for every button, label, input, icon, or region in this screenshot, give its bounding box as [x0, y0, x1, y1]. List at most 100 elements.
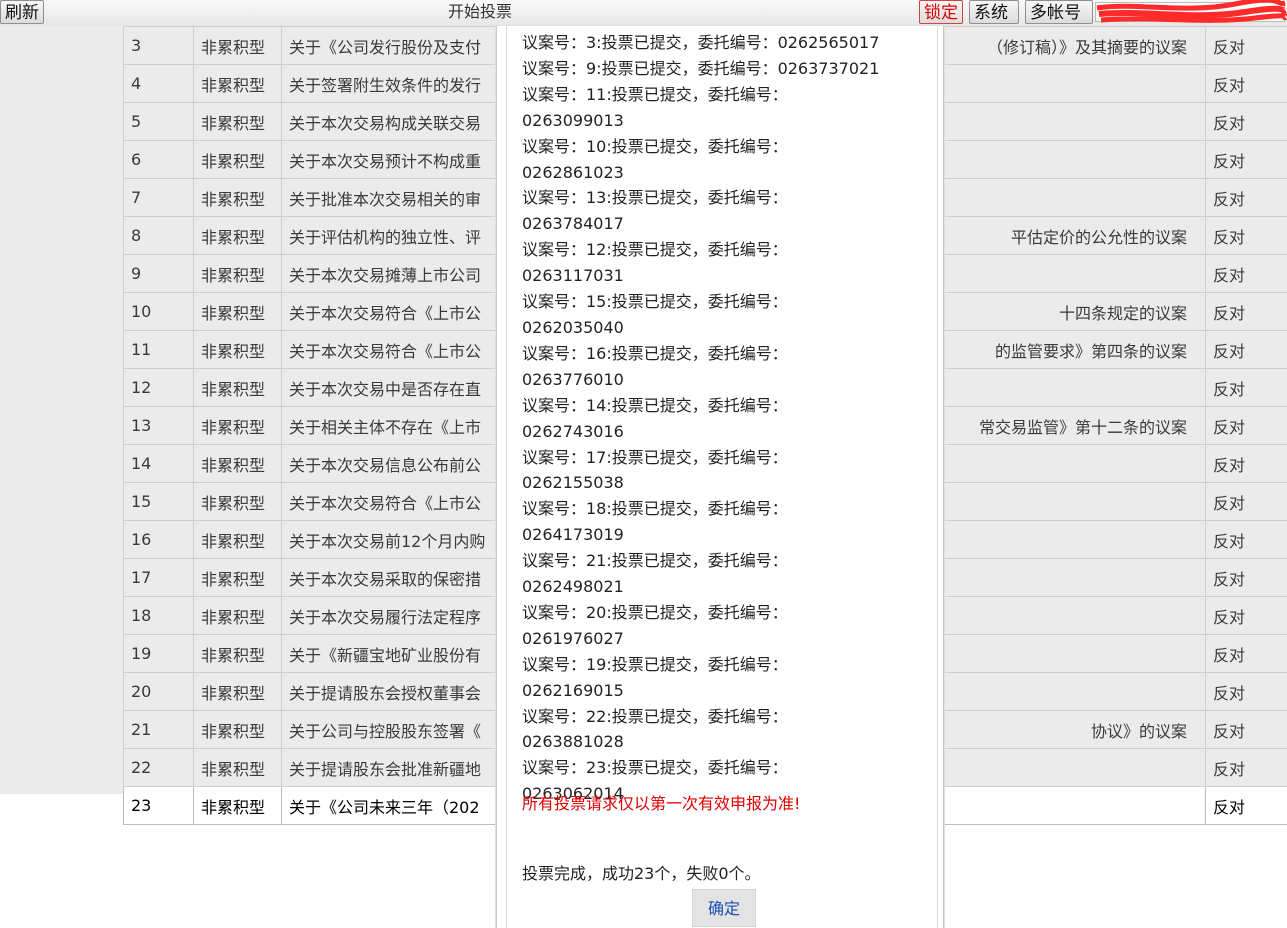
motion-number-cell: 23 [123, 786, 194, 825]
motion-number-cell: 14 [123, 444, 194, 483]
vote-option-cell: 反对 [1205, 292, 1287, 331]
motion-number-cell: 4 [123, 64, 194, 103]
vote-message-line: 0262155038 [522, 473, 624, 493]
vote-message-line: 0264173019 [522, 525, 624, 545]
vote-message-line: 议案号：3:投票已提交，委托编号：0262565017 [522, 33, 880, 52]
motion-title-left: 关于评估机构的独立性、评 [289, 227, 482, 247]
vote-message-line: 0263117031 [522, 266, 624, 286]
motion-title-left: 关于提请股东会批准新疆地 [289, 759, 482, 779]
vote-option-cell: 反对 [1205, 216, 1287, 255]
system-button[interactable]: 系统 [969, 0, 1019, 24]
vote-option-cell: 反对 [1205, 406, 1287, 445]
dialog-body: 议案号：3:投票已提交，委托编号：0262565017 议案号：9:投票已提交，委… [506, 26, 938, 928]
motion-number-cell: 18 [123, 596, 194, 635]
toolbar-title: 开始投票 [447, 2, 512, 21]
motion-number-cell: 17 [123, 558, 194, 597]
warning-text: 所有投票请求仅以第一次有效申报为准! [522, 794, 801, 813]
vote-message-line: 议案号：20:投票已提交，委托编号： [522, 602, 788, 622]
vote-message-line: 议案号：10:投票已提交，委托编号： [522, 136, 788, 156]
motion-number-cell: 15 [123, 482, 194, 521]
vote-message-line: 议案号：21:投票已提交，委托编号： [522, 551, 788, 571]
motion-number-cell: 19 [123, 634, 194, 673]
motion-type-cell: 非累积型 [193, 748, 282, 787]
motion-number-cell: 13 [123, 406, 194, 445]
motion-title-left: 关于本次交易中是否存在直 [289, 379, 482, 399]
vote-message-line: 议案号：18:投票已提交，委托编号： [522, 499, 788, 519]
top-toolbar: 开始投票 刷新 锁定 系统 多帐号 [0, 0, 1287, 27]
motion-title-left: 关于提请股东会授权董事会 [289, 683, 482, 703]
motion-title-left: 关于本次交易符合《上市公 [289, 341, 482, 361]
motion-type-cell: 非累积型 [193, 558, 282, 597]
motion-title-left: 关于批准本次交易相关的审 [289, 189, 482, 209]
motion-title-left: 关于本次交易履行法定程序 [289, 607, 482, 627]
motion-title-right: 的监管要求》第四条的议案 [994, 341, 1187, 361]
motion-title-left: 关于本次交易采取的保密措 [289, 569, 482, 589]
motion-title-left: 关于《新疆宝地矿业股份有 [289, 645, 482, 665]
motion-title-left: 关于本次交易前12个月内购 [289, 531, 486, 551]
motion-number-cell: 9 [123, 254, 194, 293]
vote-message-line: 议案号：15:投票已提交，委托编号： [522, 292, 788, 312]
motion-type-cell: 非累积型 [193, 634, 282, 673]
motion-number-cell: 22 [123, 748, 194, 787]
vote-message-line: 0262035040 [522, 317, 624, 337]
motion-type-cell: 非累积型 [193, 292, 282, 331]
motion-title-left: 关于公司与控股股东签署《 [289, 721, 482, 741]
motion-number-cell: 8 [123, 216, 194, 255]
vote-option-cell: 反对 [1205, 444, 1287, 483]
motion-title-left: 关于本次交易构成关联交易 [289, 113, 482, 133]
motion-type-cell: 非累积型 [193, 368, 282, 407]
motion-title-left: 关于相关主体不存在《上市 [289, 417, 482, 437]
motion-title-left: 关于《公司未来三年（202 [289, 797, 480, 817]
vote-option-cell: 反对 [1205, 26, 1287, 65]
vote-message-line: 议案号：22:投票已提交，委托编号： [522, 706, 788, 726]
motion-type-cell: 非累积型 [193, 64, 282, 103]
motion-title-left: 关于本次交易摊薄上市公司 [289, 265, 482, 285]
vote-option-cell: 反对 [1205, 634, 1287, 673]
motion-title-left: 关于本次交易信息公布前公 [289, 455, 482, 475]
vote-option-cell: 反对 [1205, 178, 1287, 217]
motion-type-cell: 非累积型 [193, 520, 282, 559]
vote-result-dialog: 议案号：3:投票已提交，委托编号：0262565017 议案号：9:投票已提交，委… [496, 26, 944, 928]
vote-message-line: 议案号：16:投票已提交，委托编号： [522, 343, 788, 363]
lock-button[interactable]: 锁定 [919, 0, 963, 24]
motion-number-cell: 7 [123, 178, 194, 217]
motion-type-cell: 非累积型 [193, 102, 282, 141]
motion-type-cell: 非累积型 [193, 330, 282, 369]
vote-option-cell: 反对 [1205, 596, 1287, 635]
motion-title-left: 关于签署附生效条件的发行 [289, 75, 482, 95]
vote-option-cell: 反对 [1205, 482, 1287, 521]
motion-number-cell: 11 [123, 330, 194, 369]
vote-option-cell: 反对 [1205, 748, 1287, 787]
vote-option-cell: 反对 [1205, 140, 1287, 179]
motion-title-left: 关于《公司发行股份及支付 [289, 37, 482, 57]
motion-type-cell: 非累积型 [193, 26, 282, 65]
motion-title-left: 关于本次交易符合《上市公 [289, 303, 482, 323]
vote-message-line: 0262861023 [522, 162, 624, 182]
vote-message-line: 议案号：12:投票已提交，委托编号： [522, 240, 788, 260]
vote-message-line: 0262498021 [522, 577, 624, 597]
result-summary: 投票完成，成功23个，失败0个。 [522, 864, 761, 883]
redaction-scribble [1096, 0, 1287, 23]
vote-message-line: 议案号：17:投票已提交，委托编号： [522, 447, 788, 467]
vote-message-line: 议案号：11:投票已提交，委托编号： [522, 84, 788, 104]
motion-type-cell: 非累积型 [193, 710, 282, 749]
motion-type-cell: 非累积型 [193, 140, 282, 179]
confirm-button[interactable]: 确定 [692, 889, 756, 927]
motion-type-cell: 非累积型 [193, 444, 282, 483]
refresh-button[interactable]: 刷新 [0, 0, 44, 24]
vote-message-line: 0263881028 [522, 732, 624, 752]
multi-account-button[interactable]: 多帐号 [1025, 0, 1093, 24]
vote-message-list: 议案号：3:投票已提交，委托编号：0262565017 议案号：9:投票已提交，委… [522, 30, 942, 807]
vote-message-line: 议案号：14:投票已提交，委托编号： [522, 395, 788, 415]
motion-title-right: 协议》的议案 [1090, 721, 1187, 741]
vote-message-line: 0263784017 [522, 214, 624, 234]
motion-number-cell: 6 [123, 140, 194, 179]
motion-number-cell: 5 [123, 102, 194, 141]
motion-type-cell: 非累积型 [193, 178, 282, 217]
motion-title-left: 关于本次交易预计不构成重 [289, 151, 482, 171]
motion-number-cell: 21 [123, 710, 194, 749]
motion-title-left: 关于本次交易符合《上市公 [289, 493, 482, 513]
vote-message-line: 议案号：13:投票已提交，委托编号： [522, 188, 788, 208]
vote-option-cell: 反对 [1205, 330, 1287, 369]
vote-option-cell: 反对 [1205, 786, 1287, 825]
